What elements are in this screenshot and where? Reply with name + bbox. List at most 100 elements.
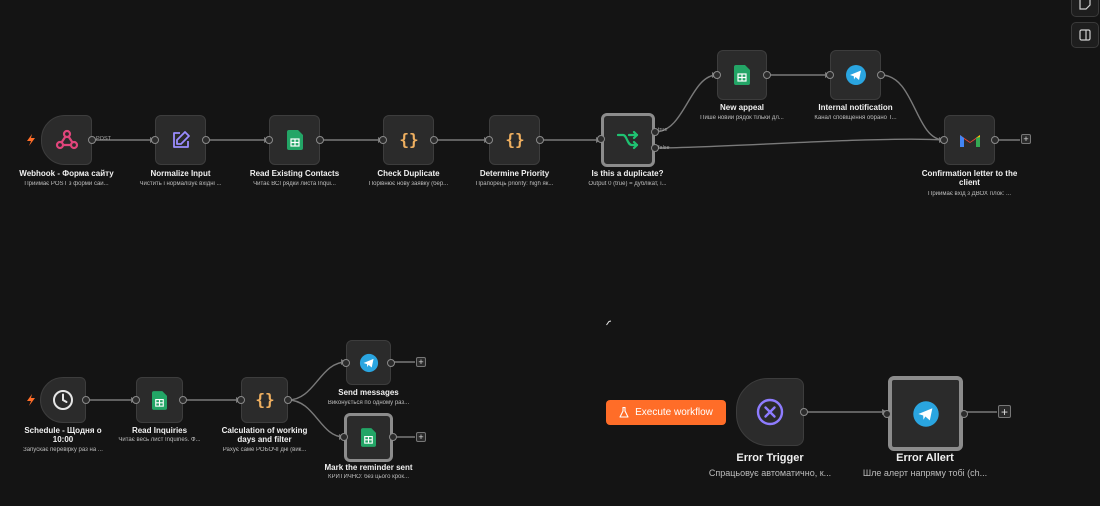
google-sheets-icon xyxy=(152,390,167,410)
execute-workflow-label: Execute workflow xyxy=(635,407,713,418)
normalize-input-node[interactable] xyxy=(151,115,210,165)
node-title-line-1: Calculation of working xyxy=(221,426,308,435)
node-title: Mark the reminder sent xyxy=(324,463,413,472)
output-port[interactable] xyxy=(316,136,324,144)
read-existing-contacts-node[interactable] xyxy=(265,115,324,165)
edge-false-confirmation[interactable] xyxy=(654,138,945,149)
node-title: Check Duplicate xyxy=(377,169,440,178)
node-subtitle: Чистить і нормалізує вхідні ... xyxy=(139,181,222,187)
svg-text:{}: {} xyxy=(255,390,274,409)
node-title: Send messages xyxy=(338,388,399,397)
node-subtitle: Канал сповіщення обрано Т... xyxy=(814,115,897,121)
webhook-node[interactable] xyxy=(41,115,96,165)
input-port[interactable] xyxy=(485,136,493,144)
output-port[interactable] xyxy=(800,408,808,416)
node-subtitle: Приймає POST з форми сай... xyxy=(24,181,109,187)
telegram-icon xyxy=(359,353,378,372)
check-duplicate-node[interactable]: {} xyxy=(379,115,438,165)
internal-notification-node[interactable] xyxy=(826,50,885,100)
node-title: Error Trigger xyxy=(736,452,804,464)
flask-icon xyxy=(619,407,629,418)
input-port[interactable] xyxy=(265,136,273,144)
edge-label-false: false xyxy=(658,145,670,151)
output-port[interactable] xyxy=(991,136,999,144)
mark-reminder-sent-node[interactable] xyxy=(340,413,397,462)
input-port[interactable] xyxy=(342,359,350,367)
input-port[interactable] xyxy=(713,71,721,79)
add-node-button[interactable]: + xyxy=(1021,134,1031,144)
svg-text:{}: {} xyxy=(399,130,418,149)
google-sheets-icon xyxy=(734,65,750,85)
read-inquiries-node[interactable] xyxy=(132,377,187,423)
code-braces-icon: {} xyxy=(505,130,524,149)
output-port[interactable] xyxy=(430,136,438,144)
determine-priority-node[interactable]: {} xyxy=(485,115,544,165)
sticky-note-button[interactable] xyxy=(1071,0,1099,17)
input-port[interactable] xyxy=(940,136,948,144)
add-node-button[interactable]: + xyxy=(416,357,426,367)
output-port[interactable] xyxy=(284,396,292,404)
output-port[interactable] xyxy=(387,359,395,367)
output-port[interactable] xyxy=(179,396,187,404)
node-subtitle: Читає ВСІ рядки листа Inqui... xyxy=(253,181,336,187)
node-title-line-2: days and filter xyxy=(237,435,292,444)
add-node-button[interactable]: + xyxy=(416,432,426,442)
output-port[interactable] xyxy=(960,410,968,418)
mouse-cursor-icon xyxy=(606,320,612,326)
input-port[interactable] xyxy=(340,433,348,441)
input-port[interactable] xyxy=(883,410,891,418)
gmail-icon xyxy=(959,135,980,147)
output-port[interactable] xyxy=(536,136,544,144)
input-port[interactable] xyxy=(826,71,834,79)
calculation-working-days-node[interactable]: {} xyxy=(237,377,292,423)
confirmation-letter-node[interactable] xyxy=(940,115,999,165)
output-port[interactable] xyxy=(763,71,771,79)
output-port[interactable] xyxy=(88,136,96,144)
node-title: Read Inquiries xyxy=(131,426,188,435)
toggle-panel-button[interactable] xyxy=(1071,22,1099,48)
error-alert-node[interactable] xyxy=(883,376,968,451)
node-subtitle: Шле алерт напряму тобі (ch... xyxy=(862,468,988,478)
node-subtitle: Прапорець priority: high як... xyxy=(475,181,554,187)
telegram-icon xyxy=(845,65,866,85)
input-port[interactable] xyxy=(237,396,245,404)
telegram-icon xyxy=(912,400,939,427)
node-title: Is this a duplicate? xyxy=(591,169,664,178)
output-port[interactable] xyxy=(202,136,210,144)
error-x-icon xyxy=(756,398,784,426)
node-title: Error Allert xyxy=(896,452,954,464)
node-title: Read Existing Contacts xyxy=(249,169,340,178)
node-title: Internal notification xyxy=(818,103,893,112)
node-subtitle: Пише новий рядок тільки дл... xyxy=(700,115,784,121)
input-port[interactable] xyxy=(597,135,605,143)
trigger-bolt-icon xyxy=(27,394,35,406)
node-title-line-2: 10:00 xyxy=(52,435,74,444)
output-port[interactable] xyxy=(389,433,397,441)
output-port[interactable] xyxy=(877,71,885,79)
workflow-connections xyxy=(86,74,1020,438)
execute-workflow-button[interactable]: Execute workflow xyxy=(606,400,726,425)
node-subtitle: Приймає вхід з ДВОХ гілок: ... xyxy=(928,191,1011,197)
input-port[interactable] xyxy=(132,396,140,404)
google-sheets-icon xyxy=(361,428,376,447)
node-subtitle: Рахує саме РОБОЧІ дні (вик... xyxy=(222,447,307,453)
schedule-node[interactable] xyxy=(40,377,90,423)
output-port[interactable] xyxy=(82,396,90,404)
add-node-button[interactable]: + xyxy=(998,405,1011,418)
node-title-line-1: Schedule - Щодня о xyxy=(24,426,102,435)
node-title: Webhook - Форма сайту xyxy=(19,169,114,178)
svg-text:{}: {} xyxy=(505,130,524,149)
is-duplicate-node[interactable] xyxy=(597,113,659,167)
input-port[interactable] xyxy=(151,136,159,144)
node-title: Confirmation letter to the client xyxy=(909,169,1030,187)
node-subtitle: Порівнює нову заявку (бер... xyxy=(368,181,449,187)
send-messages-node[interactable] xyxy=(342,340,395,385)
node-subtitle: Output 0 (true) = дублікат, і... xyxy=(588,181,667,187)
input-port[interactable] xyxy=(379,136,387,144)
webhook-icon xyxy=(55,129,78,150)
panel-icon xyxy=(1079,29,1091,41)
error-trigger-node[interactable] xyxy=(736,378,808,446)
node-title: Determine Priority xyxy=(479,169,550,178)
new-appeal-node[interactable] xyxy=(713,50,771,100)
node-title-line-1: Confirmation letter to the xyxy=(921,169,1018,178)
